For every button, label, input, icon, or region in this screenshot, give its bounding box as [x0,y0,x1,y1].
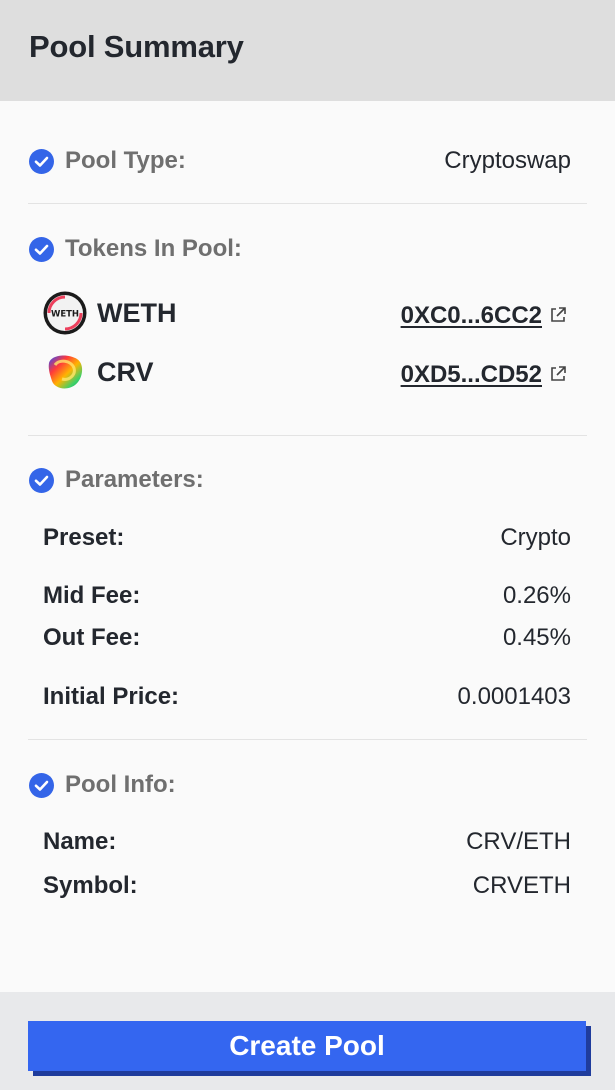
initial-price-label: Initial Price: [43,683,180,710]
pool-info-heading: Pool Info: [29,771,176,799]
pool-name-label: Name: [43,828,117,855]
parameters-heading: Parameters: [29,466,204,494]
create-pool-button[interactable]: Create Pool [28,1021,586,1071]
pool-symbol-label: Symbol: [43,872,138,899]
weth-token-icon-text: WETH [51,310,79,320]
pool-info-label: Pool Info: [65,771,176,798]
pool-type-value: Cryptoswap [444,147,571,174]
divider [28,739,587,740]
tokens-heading: Tokens In Pool: [29,235,242,263]
divider [28,203,587,204]
pool-name-value: CRV/ETH [466,828,571,855]
parameters-label: Parameters: [65,466,204,493]
token-name-weth: WETH [97,298,177,328]
preset-label: Preset: [43,524,125,551]
summary-footer: Create Pool [0,992,615,1090]
token-address-link-crv[interactable]: 0XD5...CD52 [401,361,542,389]
out-fee-value: 0.45% [502,624,571,651]
initial-price-value: 0.0001403 [457,683,571,710]
external-link-icon[interactable] [549,365,567,383]
summary-content: Pool Type: Cryptoswap Tokens In Pool: WE… [0,101,615,992]
token-address-link-weth[interactable]: 0XC0...6CC2 [401,302,542,330]
summary-header: Pool Summary [0,0,615,101]
mid-fee-label: Mid Fee: [43,582,141,609]
check-circle-icon [29,467,54,493]
tokens-label: Tokens In Pool: [65,235,242,262]
out-fee-label: Out Fee: [43,624,141,651]
check-circle-icon [29,148,54,174]
crv-token-icon [43,351,87,395]
divider [28,435,587,436]
preset-value: Crypto [500,524,571,551]
token-name-crv: CRV [97,357,154,387]
weth-token-icon: WETH [43,291,87,335]
pool-type-label: Pool Type: [65,147,186,174]
check-circle-icon [29,772,54,798]
page-title: Pool Summary [29,29,244,64]
check-circle-icon [29,236,54,262]
external-link-icon[interactable] [549,306,567,324]
mid-fee-value: 0.26% [502,582,571,609]
pool-type-heading: Pool Type: [29,147,186,175]
pool-symbol-value: CRVETH [472,872,571,899]
